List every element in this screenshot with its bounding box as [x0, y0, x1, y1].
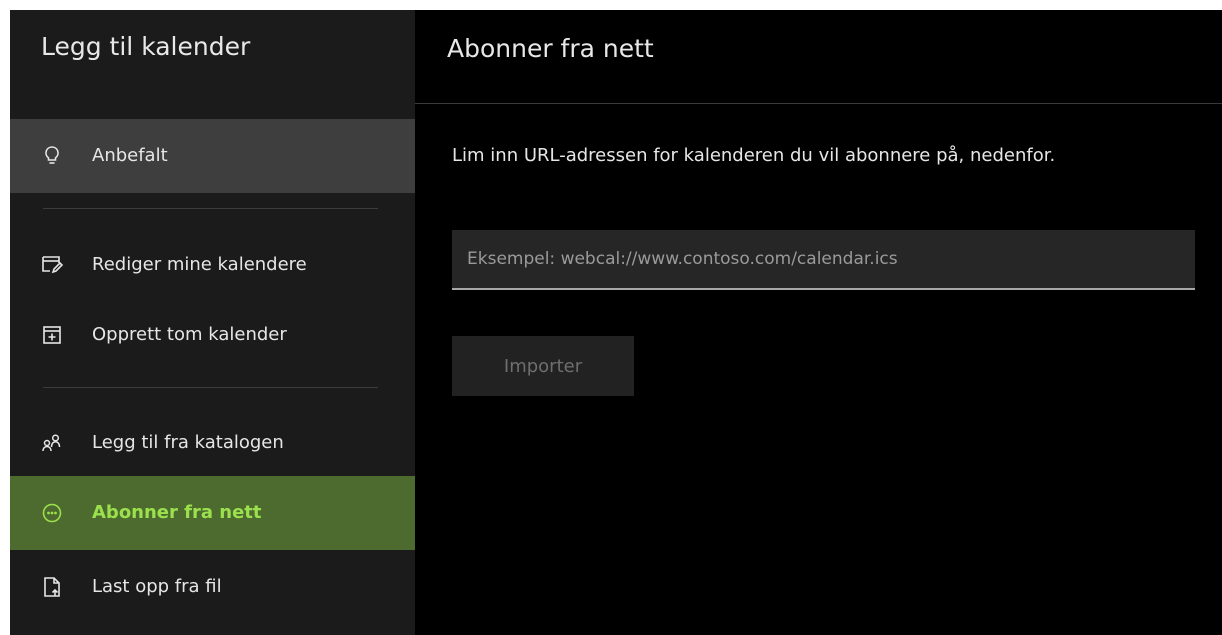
instructions-text: Lim inn URL-adressen for kalenderen du v… — [452, 145, 1056, 166]
sidebar-item-last-opp-fra-fil[interactable]: Last opp fra fil — [10, 550, 415, 624]
sidebar-item-opprett-tom-kalender[interactable]: Opprett tom kalender — [10, 298, 415, 372]
sidebar: Legg til kalender Anbefalt Rediger mine … — [10, 10, 415, 635]
sidebar-item-label: Abonner fra nett — [92, 502, 262, 523]
sidebar-divider — [43, 208, 378, 209]
main-panel: Abonner fra nett Lim inn URL-adressen fo… — [415, 10, 1222, 635]
sidebar-item-abonner-fra-nett[interactable]: Abonner fra nett — [10, 476, 415, 550]
calendar-add-icon — [40, 323, 64, 347]
sidebar-item-anbefalt[interactable]: Anbefalt — [10, 119, 415, 193]
sidebar-item-legg-til-fra-katalogen[interactable]: Legg til fra katalogen — [10, 406, 415, 480]
sidebar-item-label: Rediger mine kalendere — [92, 254, 307, 275]
people-directory-icon — [40, 431, 64, 455]
sidebar-item-label: Opprett tom kalender — [92, 324, 287, 345]
subscribe-web-icon — [40, 501, 64, 525]
sidebar-item-label: Anbefalt — [92, 145, 168, 166]
url-field-container — [452, 230, 1195, 290]
sidebar-item-label: Legg til fra katalogen — [92, 432, 284, 453]
header-divider — [415, 103, 1222, 104]
file-upload-icon — [40, 575, 64, 599]
sidebar-item-rediger-mine-kalendere[interactable]: Rediger mine kalendere — [10, 228, 415, 302]
lightbulb-icon — [40, 144, 64, 168]
url-input[interactable] — [452, 230, 1195, 288]
page-title: Abonner fra nett — [447, 34, 654, 63]
sidebar-divider — [43, 387, 378, 388]
app-window: Legg til kalender Anbefalt Rediger mine … — [0, 0, 1222, 635]
import-button[interactable]: Importer — [452, 336, 634, 396]
sidebar-title: Legg til kalender — [41, 32, 251, 61]
edit-calendar-icon — [40, 253, 64, 277]
sidebar-item-label: Last opp fra fil — [92, 576, 222, 597]
